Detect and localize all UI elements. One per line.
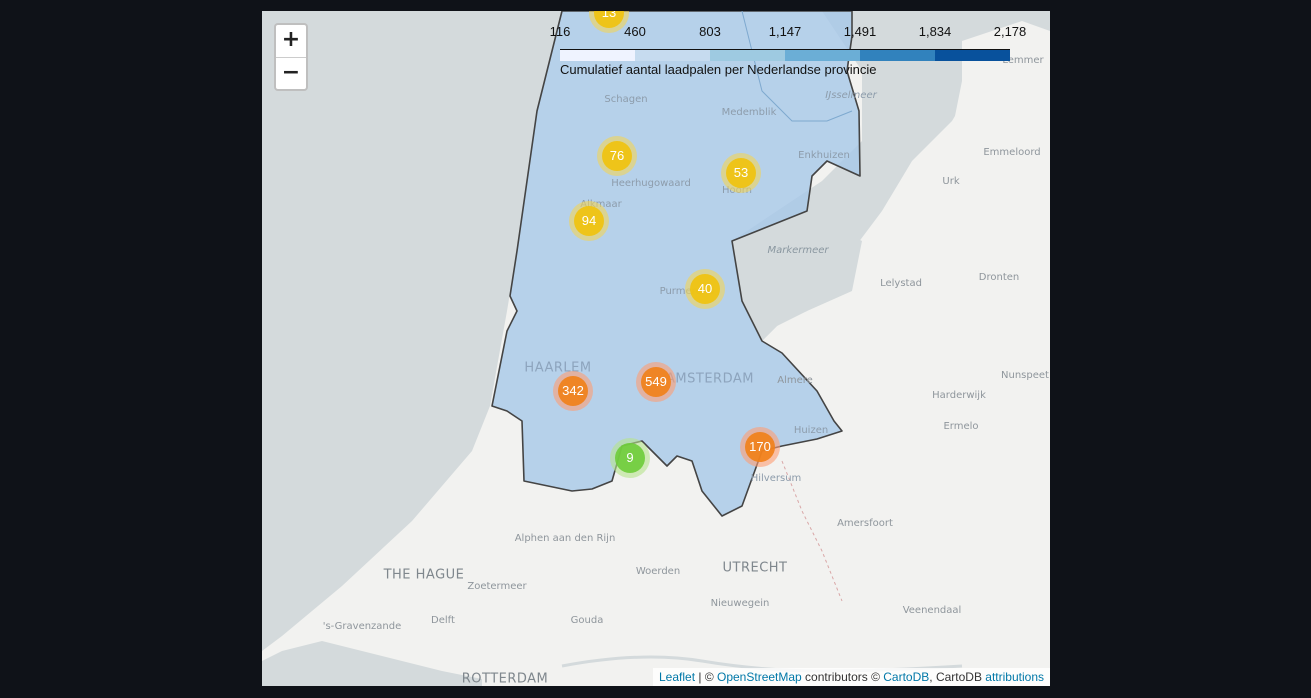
place-label: Heerhugowaard bbox=[611, 178, 691, 189]
basemap bbox=[262, 11, 1050, 686]
legend-color-cell bbox=[635, 50, 711, 61]
place-label: IJsselmeer bbox=[825, 90, 877, 101]
openstreetmap-link[interactable]: OpenStreetMap bbox=[717, 670, 802, 684]
place-label: Almere bbox=[777, 375, 813, 386]
place-label: Enkhuizen bbox=[798, 150, 850, 161]
place-label: Alphen aan den Rijn bbox=[514, 533, 616, 544]
zoom-control: + − bbox=[274, 23, 308, 91]
place-label: ROTTERDAM bbox=[461, 671, 549, 686]
marker-cluster[interactable]: 76 bbox=[597, 136, 637, 176]
place-label: THE HAGUE bbox=[383, 567, 465, 583]
place-label: Urk bbox=[942, 176, 960, 187]
marker-cluster[interactable]: 53 bbox=[721, 153, 761, 193]
attribution: Leaflet | © OpenStreetMap contributors ©… bbox=[653, 668, 1050, 686]
cartodb-link[interactable]: CartoDB bbox=[883, 670, 929, 684]
place-label: Delft bbox=[431, 615, 455, 626]
legend-caption: Cumulatief aantal laadpalen per Nederlan… bbox=[560, 62, 877, 77]
cluster-count: 40 bbox=[690, 274, 720, 304]
marker-cluster[interactable]: 9 bbox=[610, 438, 650, 478]
cluster-count: 76 bbox=[602, 141, 632, 171]
legend-color-bar bbox=[560, 49, 1010, 61]
attributions-link[interactable]: attributions bbox=[985, 670, 1044, 684]
place-label: Emmeloord bbox=[983, 147, 1041, 158]
legend-color-cell bbox=[785, 50, 861, 61]
place-label: Veenendaal bbox=[902, 605, 962, 616]
place-label: Harderwijk bbox=[932, 390, 986, 401]
place-label: Amersfoort bbox=[837, 518, 893, 529]
place-label: Woerden bbox=[635, 566, 681, 577]
leaflet-link[interactable]: Leaflet bbox=[659, 670, 695, 684]
legend-tick-label: 1,147 bbox=[768, 24, 802, 39]
zoom-out-button[interactable]: − bbox=[276, 58, 306, 90]
cluster-count: 549 bbox=[641, 367, 671, 397]
legend-tick-label: 1,491 bbox=[843, 24, 877, 39]
legend-color-cell bbox=[710, 50, 786, 61]
marker-cluster[interactable]: 342 bbox=[553, 371, 593, 411]
legend-tick-label: 460 bbox=[624, 24, 646, 39]
place-label: Zoetermeer bbox=[467, 581, 527, 592]
marker-cluster[interactable]: 549 bbox=[636, 362, 676, 402]
cluster-count: 94 bbox=[574, 206, 604, 236]
place-label: UTRECHT bbox=[722, 560, 788, 576]
legend-tick-label: 2,178 bbox=[993, 24, 1027, 39]
place-label: Nieuwegein bbox=[710, 598, 770, 609]
cluster-count: 342 bbox=[558, 376, 588, 406]
marker-cluster[interactable]: 94 bbox=[569, 201, 609, 241]
place-label: Markermeer bbox=[767, 245, 829, 256]
place-label: Hilversum bbox=[750, 473, 802, 484]
place-label: Nunspeet bbox=[1001, 370, 1049, 381]
place-label: Schagen bbox=[604, 94, 648, 105]
attribution-contributors: contributors © bbox=[801, 670, 884, 684]
attribution-separator: | © bbox=[695, 670, 717, 684]
place-label: Ermelo bbox=[943, 421, 979, 432]
place-label: Dronten bbox=[978, 272, 1020, 283]
legend-color-cell bbox=[860, 50, 936, 61]
cluster-count: 9 bbox=[615, 443, 645, 473]
place-label: Lelystad bbox=[880, 278, 922, 289]
zoom-in-button[interactable]: + bbox=[276, 25, 306, 58]
place-label: Medemblik bbox=[721, 107, 777, 118]
legend-tick-label: 116 bbox=[549, 24, 571, 39]
place-label: 's-Gravenzande bbox=[322, 621, 402, 632]
legend-tick-label: 1,834 bbox=[918, 24, 952, 39]
legend-tick-label: 803 bbox=[699, 24, 721, 39]
legend-color-cell bbox=[935, 50, 1010, 61]
map-container[interactable]: Lemmer IJsselmeer Schagen Medemblik Enkhuize… bbox=[262, 11, 1050, 686]
cluster-count: 170 bbox=[745, 432, 775, 462]
legend-color-cell bbox=[560, 50, 636, 61]
place-label: AMSTERDAM bbox=[666, 371, 754, 387]
marker-cluster[interactable]: 40 bbox=[685, 269, 725, 309]
marker-cluster[interactable]: 170 bbox=[740, 427, 780, 467]
attribution-cartodb-text: , CartoDB bbox=[929, 670, 986, 684]
cluster-count: 53 bbox=[726, 158, 756, 188]
place-label: Huizen bbox=[793, 425, 829, 436]
place-label: Gouda bbox=[570, 615, 604, 626]
choropleth-legend: 116 460 803 1,147 1,491 1,834 2,178 Cumulatief… bbox=[549, 21, 1027, 77]
